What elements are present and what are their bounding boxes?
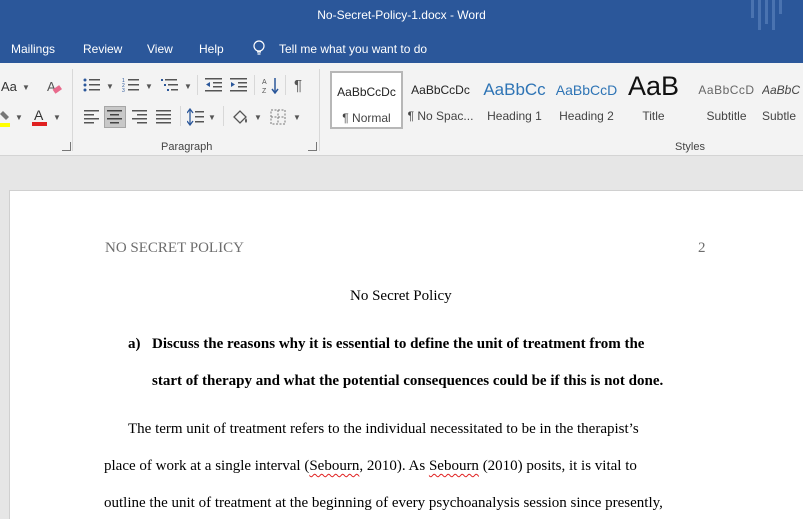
chevron-down-icon: ▼: [184, 82, 192, 91]
body-text-line-1: The term unit of treatment refers to the…: [128, 421, 639, 437]
style-heading-2[interactable]: AaBbCcD Heading 2: [550, 71, 623, 129]
spelling-error-word[interactable]: Sebourn: [309, 458, 359, 474]
chevron-down-icon: ▼: [293, 113, 301, 122]
borders-icon[interactable]: [270, 109, 286, 125]
separator: [180, 106, 181, 126]
ribbon-tabs: Mailings Review View Help Tell me what y…: [0, 34, 803, 63]
svg-text:Z: Z: [262, 88, 267, 94]
chevron-down-icon: ▼: [254, 113, 262, 122]
running-header: NO SECRET POLICY: [105, 240, 244, 256]
multilevel-list-icon[interactable]: [161, 77, 179, 93]
body-text-line-3: outline the unit of treatment at the beg…: [104, 495, 663, 511]
style-subtle-emphasis[interactable]: AaBbC Subtle: [762, 71, 803, 129]
paragraph-group-label: Paragraph: [161, 141, 213, 153]
highlight-color-icon[interactable]: [0, 109, 14, 127]
show-formatting-marks-icon[interactable]: ¶: [294, 77, 302, 94]
shading-icon[interactable]: [231, 108, 249, 126]
document-page[interactable]: NO SECRET POLICY 2 No Secret Policy a) D…: [9, 190, 803, 519]
justify-icon[interactable]: [156, 110, 172, 124]
body-text-segment: place of work at a single interval (: [104, 458, 310, 474]
style-no-spacing[interactable]: AaBbCcDc ¶ No Spac...: [404, 71, 477, 129]
spelling-error-word[interactable]: Sebourn: [429, 458, 479, 474]
chevron-down-icon: ▼: [15, 113, 23, 122]
body-text-segment: (2010) posits, it is vital to: [478, 458, 637, 474]
clear-formatting-icon[interactable]: A: [45, 78, 63, 96]
title-bar-decoration: [749, 0, 785, 30]
align-left-icon[interactable]: [84, 110, 100, 124]
tell-me-search[interactable]: Tell me what you want to do: [279, 42, 427, 56]
style-heading-1[interactable]: AaBbCc Heading 1: [478, 71, 551, 129]
document-canvas[interactable]: NO SECRET POLICY 2 No Secret Policy a) D…: [0, 156, 803, 519]
styles-group-label: Styles: [675, 141, 705, 153]
bullets-icon[interactable]: [83, 77, 101, 93]
tab-review[interactable]: Review: [83, 42, 122, 56]
chevron-down-icon: ▼: [22, 83, 30, 92]
ribbon: Aa ▼ A ▼ A ▼ ▼ 1 2 3 ▼ ▼ A Z ¶ ▼ ▼ ▼ Par…: [0, 63, 803, 156]
increase-indent-icon[interactable]: [230, 77, 248, 93]
body-text-line-2: place of work at a single interval (Sebo…: [104, 458, 637, 475]
paragraph-dialog-launcher-icon[interactable]: [308, 142, 317, 151]
chevron-down-icon: ▼: [53, 113, 61, 122]
page-number: 2: [698, 240, 706, 256]
sort-icon[interactable]: A Z: [262, 76, 280, 94]
separator: [197, 75, 198, 95]
group-separator: [319, 69, 320, 151]
question-marker: a): [128, 336, 141, 352]
tab-view[interactable]: View: [147, 42, 173, 56]
question-text-line-1: Discuss the reasons why it is essential …: [152, 336, 645, 352]
lightbulb-icon[interactable]: [252, 40, 266, 56]
decrease-indent-icon[interactable]: [205, 77, 223, 93]
style-subtitle[interactable]: AaBbCcD Subtitle: [690, 71, 763, 129]
body-text-segment: , 2010). As: [359, 458, 429, 474]
svg-text:A: A: [34, 107, 44, 123]
style-title[interactable]: AaB Title: [617, 71, 690, 129]
group-separator: [72, 69, 73, 151]
chevron-down-icon: ▼: [208, 113, 216, 122]
font-color-icon[interactable]: A: [32, 107, 48, 127]
title-bar: No-Secret-Policy-1.docx - Word: [0, 0, 803, 34]
font-dialog-launcher-icon[interactable]: [62, 142, 71, 151]
numbering-icon[interactable]: 1 2 3: [122, 77, 140, 93]
separator: [254, 75, 255, 95]
separator: [223, 106, 224, 126]
align-right-icon[interactable]: [132, 110, 148, 124]
chevron-down-icon: ▼: [106, 82, 114, 91]
change-case-button[interactable]: Aa: [1, 79, 17, 94]
styles-gallery: AaBbCcDc ¶ Normal AaBbCcDc ¶ No Spac... …: [330, 71, 803, 129]
tab-mailings[interactable]: Mailings: [11, 42, 55, 56]
separator: [285, 75, 286, 95]
style-normal[interactable]: AaBbCcDc ¶ Normal: [330, 71, 403, 129]
svg-text:3: 3: [122, 88, 125, 93]
svg-text:A: A: [262, 79, 267, 86]
align-center-icon: [107, 110, 122, 124]
align-center-button[interactable]: [104, 106, 126, 128]
chevron-down-icon: ▼: [145, 82, 153, 91]
line-spacing-icon[interactable]: [187, 108, 205, 126]
window-title: No-Secret-Policy-1.docx - Word: [317, 8, 486, 22]
document-title: No Secret Policy: [350, 288, 452, 304]
question-text-line-2: start of therapy and what the potential …: [152, 373, 664, 389]
tab-help[interactable]: Help: [199, 42, 224, 56]
